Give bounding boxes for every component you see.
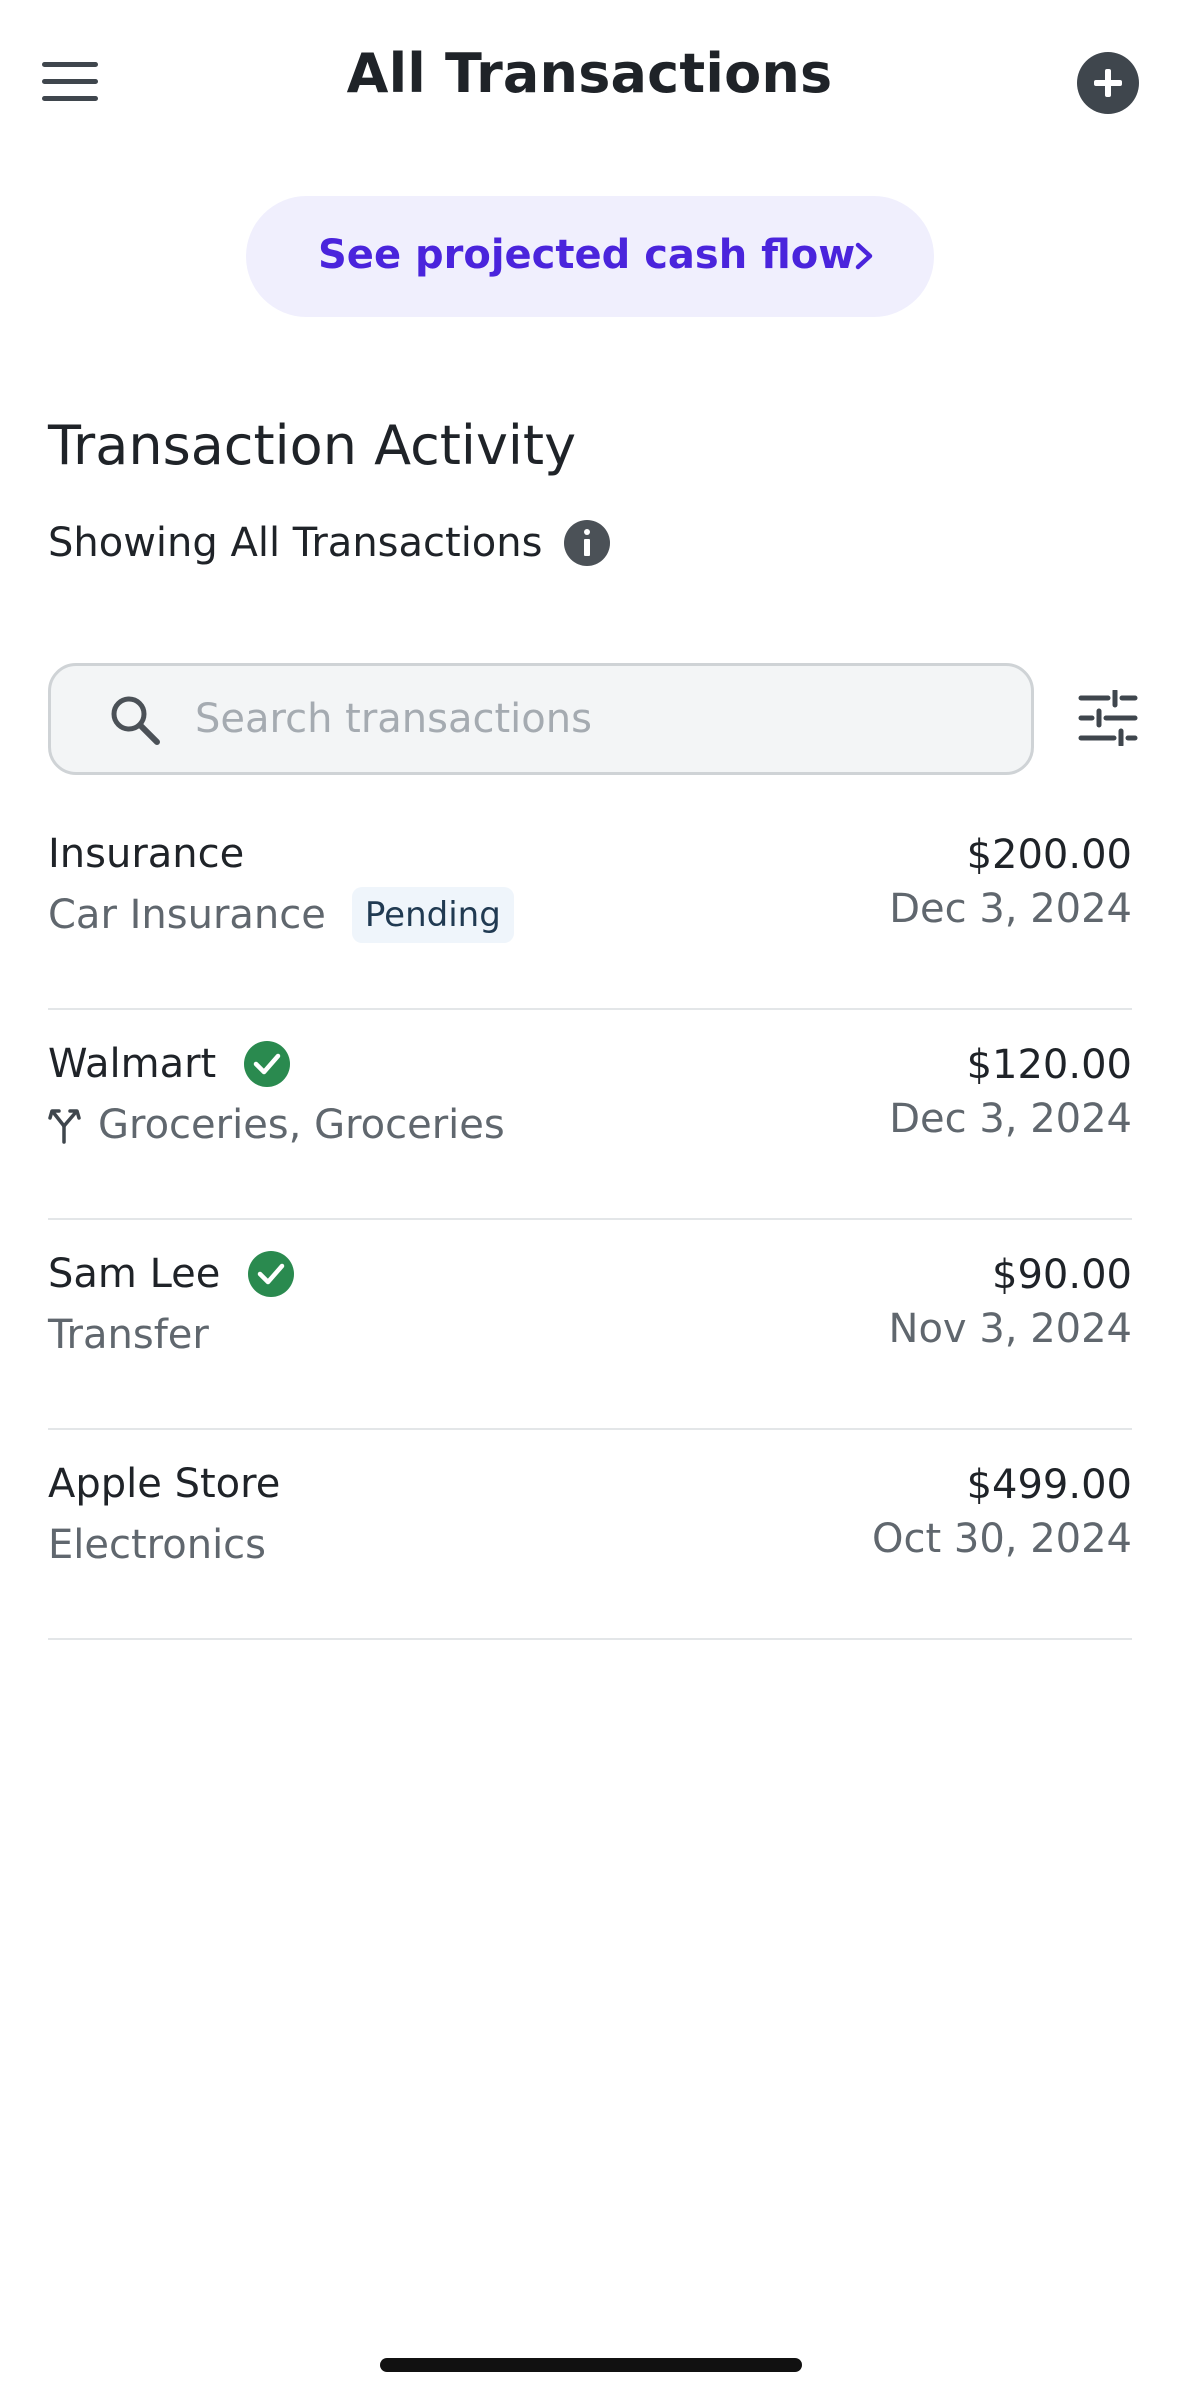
transaction-amount: $120.00: [966, 1042, 1132, 1088]
add-transaction-button[interactable]: [1077, 52, 1139, 114]
transaction-name-line: Insurance: [48, 826, 244, 882]
split-transaction-icon: [48, 1109, 81, 1144]
transaction-category: Electronics: [48, 1522, 267, 1568]
showing-filter-row: Showing All Transactions: [48, 520, 610, 570]
transaction-name: Walmart: [48, 1041, 217, 1087]
transaction-name-line: Sam Lee: [48, 1246, 295, 1302]
see-projected-cash-flow-button[interactable]: See projected cash flow: [246, 196, 934, 317]
transaction-category-line: Car Insurance Pending: [48, 882, 514, 948]
transaction-name: Apple Store: [48, 1461, 281, 1507]
pending-badge: Pending: [351, 887, 514, 943]
search-input[interactable]: [195, 686, 995, 752]
transaction-list: Insurance Car Insurance Pending $200.00 …: [48, 800, 1132, 1640]
transaction-date: Dec 3, 2024: [889, 1096, 1132, 1142]
cash-flow-label: See projected cash flow: [318, 232, 856, 278]
transaction-name-line: Walmart: [48, 1036, 291, 1092]
transaction-row[interactable]: Apple Store Electronics $499.00 Oct 30, …: [48, 1430, 1132, 1640]
section-title: Transaction Activity: [48, 414, 577, 477]
transaction-amount: $200.00: [966, 832, 1132, 878]
transaction-category-line: Transfer: [48, 1302, 209, 1368]
chevron-right-icon: [855, 242, 873, 270]
transaction-date: Dec 3, 2024: [889, 886, 1132, 932]
verified-check-icon: [248, 1251, 295, 1297]
verified-check-icon: [244, 1041, 291, 1087]
transaction-amount: $90.00: [992, 1252, 1132, 1298]
search-icon: [111, 696, 160, 745]
showing-label: Showing All Transactions: [48, 520, 543, 566]
top-app-bar: All Transactions: [0, 0, 1179, 165]
transaction-amount: $499.00: [966, 1462, 1132, 1508]
sliders-filter-icon[interactable]: [1078, 690, 1138, 746]
transaction-category-line: Electronics: [48, 1512, 266, 1578]
home-indicator[interactable]: [380, 2358, 802, 2372]
transaction-category: Transfer: [48, 1312, 209, 1358]
transaction-name-line: Apple Store: [48, 1456, 280, 1512]
transaction-category: Groceries, Groceries: [98, 1102, 505, 1148]
page-title: All Transactions: [346, 42, 833, 105]
transaction-row[interactable]: Insurance Car Insurance Pending $200.00 …: [48, 800, 1132, 1010]
transaction-row[interactable]: Walmart Groceries, Groceries $120.00 Dec…: [48, 1010, 1132, 1220]
transaction-date: Nov 3, 2024: [888, 1306, 1132, 1352]
info-icon[interactable]: [563, 520, 610, 566]
transaction-name: Sam Lee: [48, 1251, 221, 1297]
search-bar: [48, 663, 1034, 775]
transaction-row[interactable]: Sam Lee Transfer $90.00 Nov 3, 2024: [48, 1220, 1132, 1430]
transaction-date: Oct 30, 2024: [872, 1516, 1132, 1562]
transaction-name: Insurance: [48, 831, 245, 877]
transaction-category: Car Insurance: [48, 892, 326, 938]
transaction-category-line: Groceries, Groceries: [48, 1092, 505, 1158]
